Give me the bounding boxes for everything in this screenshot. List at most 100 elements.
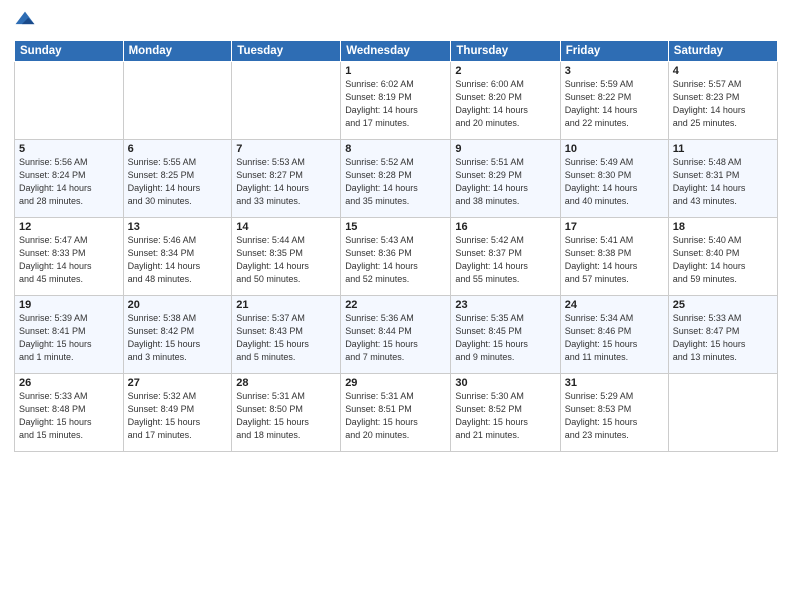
calendar-cell: 12 Sunrise: 5:47 AM Sunset: 8:33 PM Dayli…: [15, 218, 124, 296]
day-number: 25: [673, 299, 773, 311]
logo: [14, 10, 38, 32]
day-info: Sunrise: 5:43 AM Sunset: 8:36 PM Dayligh…: [345, 235, 418, 284]
calendar-cell: 28 Sunrise: 5:31 AM Sunset: 8:50 PM Dayli…: [232, 374, 341, 452]
day-info: Sunrise: 5:34 AM Sunset: 8:46 PM Dayligh…: [565, 313, 638, 362]
day-number: 18: [673, 221, 773, 233]
day-number: 3: [565, 65, 664, 77]
calendar-cell: 31 Sunrise: 5:29 AM Sunset: 8:53 PM Dayli…: [560, 374, 668, 452]
calendar-cell: 23 Sunrise: 5:35 AM Sunset: 8:45 PM Dayli…: [451, 296, 560, 374]
day-info: Sunrise: 5:47 AM Sunset: 8:33 PM Dayligh…: [19, 235, 92, 284]
calendar-cell: 13 Sunrise: 5:46 AM Sunset: 8:34 PM Dayli…: [123, 218, 232, 296]
day-info: Sunrise: 5:31 AM Sunset: 8:50 PM Dayligh…: [236, 391, 309, 440]
day-info: Sunrise: 5:40 AM Sunset: 8:40 PM Dayligh…: [673, 235, 746, 284]
day-info: Sunrise: 5:37 AM Sunset: 8:43 PM Dayligh…: [236, 313, 309, 362]
calendar-cell: 24 Sunrise: 5:34 AM Sunset: 8:46 PM Dayli…: [560, 296, 668, 374]
day-info: Sunrise: 5:57 AM Sunset: 8:23 PM Dayligh…: [673, 79, 746, 128]
day-number: 30: [455, 377, 555, 389]
calendar-cell: 18 Sunrise: 5:40 AM Sunset: 8:40 PM Dayli…: [668, 218, 777, 296]
day-info: Sunrise: 5:56 AM Sunset: 8:24 PM Dayligh…: [19, 157, 92, 206]
day-info: Sunrise: 5:51 AM Sunset: 8:29 PM Dayligh…: [455, 157, 528, 206]
day-info: Sunrise: 5:33 AM Sunset: 8:47 PM Dayligh…: [673, 313, 746, 362]
calendar-cell: 16Sunrise: 5:42 AM Sunset: 8:37 PM Dayli…: [451, 218, 560, 296]
weekday-header-sunday: Sunday: [15, 41, 124, 62]
calendar-week-2: 5 Sunrise: 5:56 AM Sunset: 8:24 PM Daylig…: [15, 140, 778, 218]
day-number: 15: [345, 221, 446, 233]
calendar-cell: 8Sunrise: 5:52 AM Sunset: 8:28 PM Daylig…: [341, 140, 451, 218]
calendar-cell: 11Sunrise: 5:48 AM Sunset: 8:31 PM Dayli…: [668, 140, 777, 218]
day-info: Sunrise: 5:44 AM Sunset: 8:35 PM Dayligh…: [236, 235, 309, 284]
day-number: 29: [345, 377, 446, 389]
calendar-cell: 29 Sunrise: 5:31 AM Sunset: 8:51 PM Dayli…: [341, 374, 451, 452]
calendar-week-3: 12 Sunrise: 5:47 AM Sunset: 8:33 PM Dayli…: [15, 218, 778, 296]
weekday-header-wednesday: Wednesday: [341, 41, 451, 62]
day-number: 26: [19, 377, 119, 389]
day-number: 6: [128, 143, 228, 155]
calendar-cell: 14 Sunrise: 5:44 AM Sunset: 8:35 PM Dayli…: [232, 218, 341, 296]
day-number: 13: [128, 221, 228, 233]
calendar-cell: 1Sunrise: 6:02 AM Sunset: 8:19 PM Daylig…: [341, 62, 451, 140]
day-number: 1: [345, 65, 446, 77]
day-info: Sunrise: 5:49 AM Sunset: 8:30 PM Dayligh…: [565, 157, 638, 206]
calendar-cell: 17 Sunrise: 5:41 AM Sunset: 8:38 PM Dayli…: [560, 218, 668, 296]
day-info: Sunrise: 5:52 AM Sunset: 8:28 PM Dayligh…: [345, 157, 418, 206]
calendar-cell: 20 Sunrise: 5:38 AM Sunset: 8:42 PM Dayli…: [123, 296, 232, 374]
day-number: 31: [565, 377, 664, 389]
weekday-header-friday: Friday: [560, 41, 668, 62]
day-number: 12: [19, 221, 119, 233]
calendar-cell: 2 Sunrise: 6:00 AM Sunset: 8:20 PM Daylig…: [451, 62, 560, 140]
weekday-header-saturday: Saturday: [668, 41, 777, 62]
day-number: 22: [345, 299, 446, 311]
calendar-week-5: 26 Sunrise: 5:33 AM Sunset: 8:48 PM Dayli…: [15, 374, 778, 452]
day-number: 28: [236, 377, 336, 389]
weekday-header-monday: Monday: [123, 41, 232, 62]
day-info: Sunrise: 5:32 AM Sunset: 8:49 PM Dayligh…: [128, 391, 201, 440]
calendar-cell: 27Sunrise: 5:32 AM Sunset: 8:49 PM Dayli…: [123, 374, 232, 452]
day-info: Sunrise: 5:59 AM Sunset: 8:22 PM Dayligh…: [565, 79, 638, 128]
day-info: Sunrise: 6:00 AM Sunset: 8:20 PM Dayligh…: [455, 79, 528, 128]
calendar-cell: 7 Sunrise: 5:53 AM Sunset: 8:27 PM Daylig…: [232, 140, 341, 218]
weekday-header-tuesday: Tuesday: [232, 41, 341, 62]
day-info: Sunrise: 5:48 AM Sunset: 8:31 PM Dayligh…: [673, 157, 746, 206]
calendar-cell: 25 Sunrise: 5:33 AM Sunset: 8:47 PM Dayli…: [668, 296, 777, 374]
calendar-header-row: SundayMondayTuesdayWednesdayThursdayFrid…: [15, 41, 778, 62]
day-info: Sunrise: 5:46 AM Sunset: 8:34 PM Dayligh…: [128, 235, 201, 284]
weekday-header-thursday: Thursday: [451, 41, 560, 62]
day-number: 21: [236, 299, 336, 311]
day-info: Sunrise: 5:41 AM Sunset: 8:38 PM Dayligh…: [565, 235, 638, 284]
header: [14, 10, 778, 32]
day-number: 5: [19, 143, 119, 155]
calendar-cell: 9 Sunrise: 5:51 AM Sunset: 8:29 PM Daylig…: [451, 140, 560, 218]
calendar-cell: 6 Sunrise: 5:55 AM Sunset: 8:25 PM Daylig…: [123, 140, 232, 218]
calendar-cell: 19Sunrise: 5:39 AM Sunset: 8:41 PM Dayli…: [15, 296, 124, 374]
day-info: Sunrise: 5:55 AM Sunset: 8:25 PM Dayligh…: [128, 157, 201, 206]
calendar-cell: 10 Sunrise: 5:49 AM Sunset: 8:30 PM Dayli…: [560, 140, 668, 218]
calendar-cell: 5 Sunrise: 5:56 AM Sunset: 8:24 PM Daylig…: [15, 140, 124, 218]
day-number: 24: [565, 299, 664, 311]
day-info: Sunrise: 5:29 AM Sunset: 8:53 PM Dayligh…: [565, 391, 638, 440]
day-info: Sunrise: 5:36 AM Sunset: 8:44 PM Dayligh…: [345, 313, 418, 362]
calendar-cell: 22 Sunrise: 5:36 AM Sunset: 8:44 PM Dayli…: [341, 296, 451, 374]
calendar-cell: 26 Sunrise: 5:33 AM Sunset: 8:48 PM Dayli…: [15, 374, 124, 452]
calendar-cell: [668, 374, 777, 452]
day-number: 2: [455, 65, 555, 77]
day-info: Sunrise: 5:53 AM Sunset: 8:27 PM Dayligh…: [236, 157, 309, 206]
calendar-cell: 3 Sunrise: 5:59 AM Sunset: 8:22 PM Daylig…: [560, 62, 668, 140]
calendar-cell: [15, 62, 124, 140]
calendar-cell: [232, 62, 341, 140]
day-info: Sunrise: 5:31 AM Sunset: 8:51 PM Dayligh…: [345, 391, 418, 440]
day-info: Sunrise: 5:33 AM Sunset: 8:48 PM Dayligh…: [19, 391, 92, 440]
day-number: 7: [236, 143, 336, 155]
calendar-week-1: 1Sunrise: 6:02 AM Sunset: 8:19 PM Daylig…: [15, 62, 778, 140]
day-number: 14: [236, 221, 336, 233]
day-number: 10: [565, 143, 664, 155]
day-number: 17: [565, 221, 664, 233]
day-number: 20: [128, 299, 228, 311]
day-number: 9: [455, 143, 555, 155]
logo-icon: [14, 10, 36, 32]
day-info: Sunrise: 5:39 AM Sunset: 8:41 PM Dayligh…: [19, 313, 92, 362]
day-number: 23: [455, 299, 555, 311]
calendar-cell: 15 Sunrise: 5:43 AM Sunset: 8:36 PM Dayli…: [341, 218, 451, 296]
day-info: Sunrise: 5:38 AM Sunset: 8:42 PM Dayligh…: [128, 313, 201, 362]
day-info: Sunrise: 5:35 AM Sunset: 8:45 PM Dayligh…: [455, 313, 528, 362]
day-number: 16: [455, 221, 555, 233]
